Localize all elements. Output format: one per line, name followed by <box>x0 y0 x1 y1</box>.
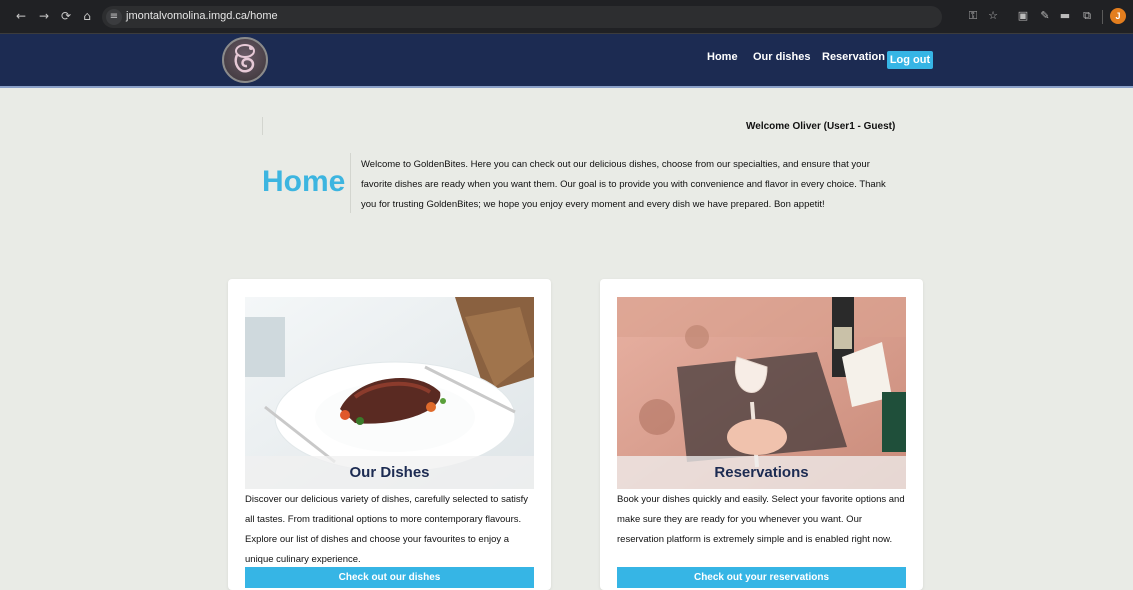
nav-our-dishes-link[interactable]: Our dishes <box>753 51 810 63</box>
forward-arrow-icon[interactable]: → <box>37 9 51 23</box>
toolbar-separator <box>1102 10 1103 24</box>
site-header: Home Our dishes Reservation Log out <box>0 34 1133 88</box>
reservations-card-title: Reservations <box>617 456 906 489</box>
dishes-card: Our Dishes Discover our delicious variet… <box>228 279 551 590</box>
chef-hat-icon <box>234 44 255 73</box>
nav-home-link[interactable]: Home <box>707 51 738 63</box>
back-arrow-icon[interactable]: ← <box>14 9 28 23</box>
pen-icon[interactable]: ✎ <box>1038 9 1052 23</box>
dishes-card-title: Our Dishes <box>245 456 534 489</box>
key-icon[interactable]: ⚿ <box>966 9 980 23</box>
page-title: Home <box>262 165 346 198</box>
translate-icon[interactable]: ▣ <box>1016 9 1030 23</box>
url-text[interactable]: jmontalvomolina.imgd.ca/home <box>126 10 278 22</box>
reload-icon[interactable]: ⟳ <box>59 9 73 23</box>
site-info-icon[interactable]: ≡ <box>106 9 122 25</box>
dishes-card-description: Discover our delicious variety of dishes… <box>245 494 529 565</box>
welcome-message: Welcome Oliver (User1 - Guest) <box>746 121 896 132</box>
home-icon[interactable]: ⌂ <box>80 9 94 23</box>
browser-toolbar: ← → ⟳ ⌂ ≡ jmontalvomolina.imgd.ca/home ⚿… <box>0 0 1133 34</box>
dishes-card-image: Our Dishes <box>245 297 534 489</box>
intro-paragraph: Welcome to GoldenBites. Here you can che… <box>361 159 886 210</box>
reservations-card-image: Reservations <box>617 297 906 489</box>
reservations-card-description: Book your dishes quickly and easily. Sel… <box>617 494 905 545</box>
top-divider <box>262 117 263 135</box>
star-icon[interactable]: ☆ <box>986 9 1000 23</box>
chef-logo[interactable] <box>222 37 268 83</box>
puzzle-icon[interactable]: ⧉ <box>1080 9 1094 23</box>
profile-avatar[interactable]: J <box>1110 8 1126 24</box>
check-reservations-button[interactable]: Check out your reservations <box>617 567 906 588</box>
intro-divider <box>350 153 351 213</box>
extension-icon[interactable]: ▬ <box>1058 9 1072 23</box>
reservations-card: Reservations Book your dishes quickly an… <box>600 279 923 590</box>
nav-reservation-link[interactable]: Reservation <box>822 51 885 63</box>
logout-button[interactable]: Log out <box>887 51 933 69</box>
address-bar[interactable]: ≡ jmontalvomolina.imgd.ca/home <box>102 6 942 28</box>
check-dishes-button[interactable]: Check out our dishes <box>245 567 534 588</box>
